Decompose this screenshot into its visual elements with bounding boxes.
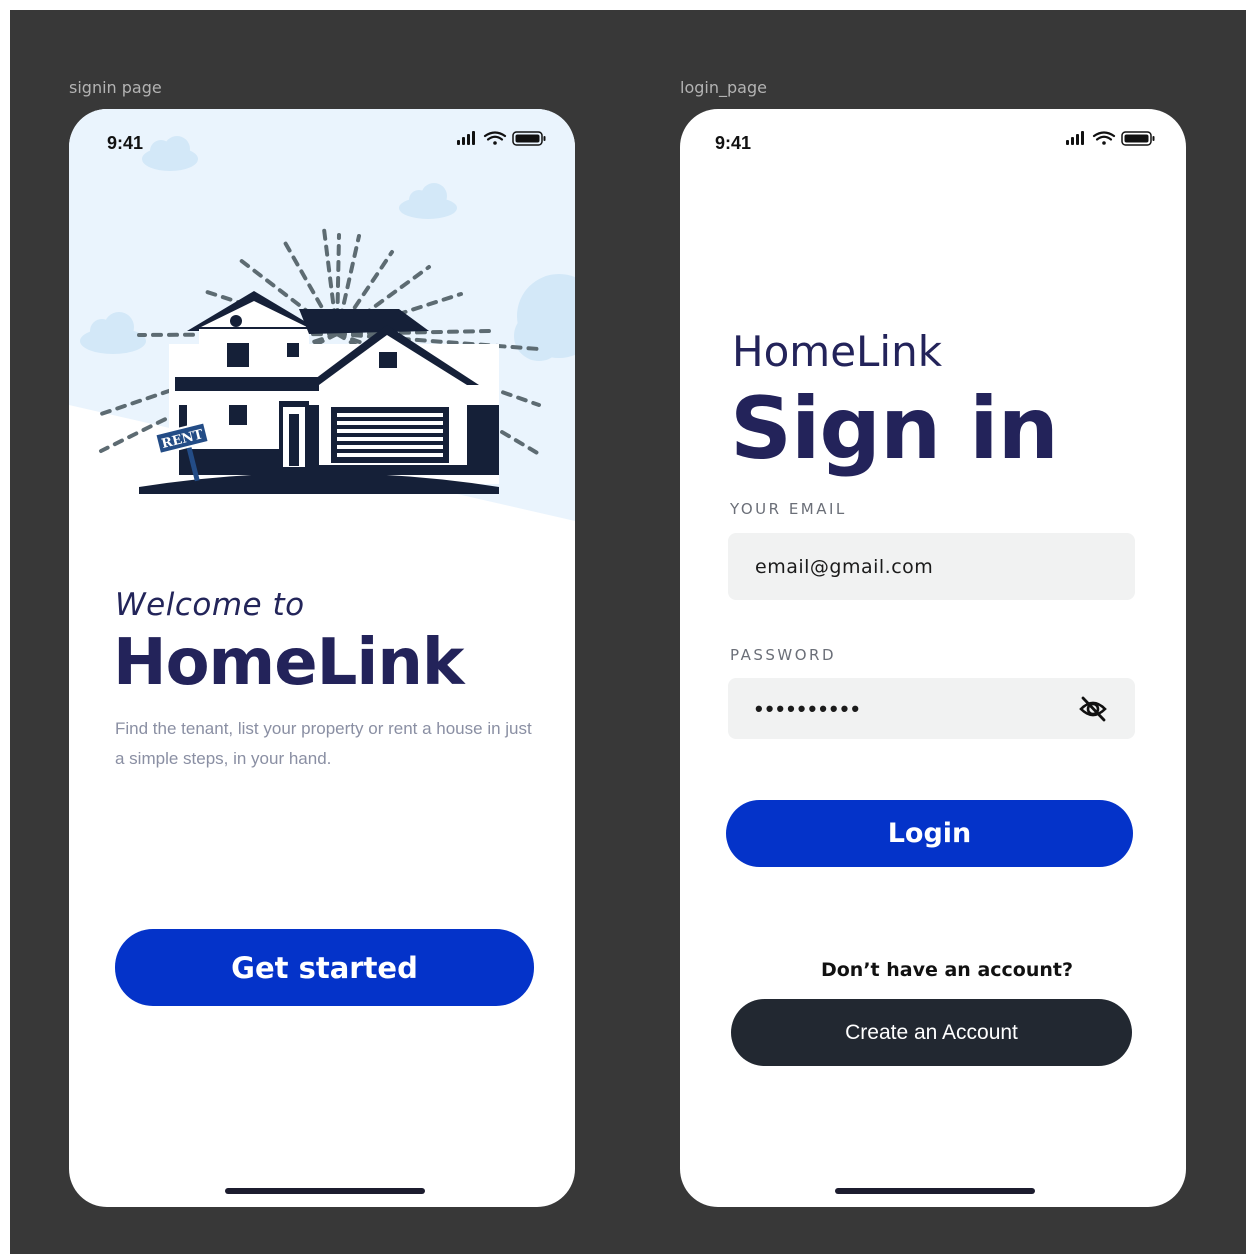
password-value[interactable]: •••••••••• [755,696,862,722]
wifi-icon [1092,131,1116,145]
status-time-right: 9:41 [715,133,752,153]
signal-icon [457,131,475,145]
login-screen: HomeLink Sign in YOUR EMAIL email@gmail.… [680,109,1186,1207]
signal-icon [1066,131,1084,145]
brand-title: HomeLink [113,626,464,700]
login-button[interactable]: Login [726,800,1133,867]
email-value[interactable]: email@gmail.com [755,556,933,578]
welcome-text: Welcome to [115,587,305,623]
battery-icon [512,131,546,146]
no-account-text: Don’t have an account? [820,959,1074,981]
password-field[interactable]: •••••••••• [728,678,1135,739]
home-indicator[interactable] [225,1188,425,1194]
eye-off-icon[interactable] [1078,694,1108,724]
status-icons-right [1066,131,1155,146]
get-started-button[interactable]: Get started [115,929,534,1006]
sign-in-title: Sign in [730,379,1059,479]
tagline-text: Find the tenant, list your property or r… [115,719,532,768]
status-icons-left [457,131,546,146]
wifi-icon [483,131,507,145]
welcome-screen: RENT Welcome to HomeLink Find the tenant… [69,109,575,1207]
brand-label: HomeLink [732,327,943,376]
battery-icon [1121,131,1155,146]
email-label: YOUR EMAIL [730,500,847,518]
frame-label-signin: signin page [69,78,162,97]
email-field[interactable]: email@gmail.com [728,533,1135,600]
status-time-left: 9:41 [107,133,144,153]
password-label: PASSWORD [730,646,837,664]
frame-label-login: login_page [680,78,767,97]
home-indicator[interactable] [835,1188,1035,1194]
hero-illustration: RENT [69,109,575,521]
create-account-button[interactable]: Create an Account [731,999,1132,1066]
